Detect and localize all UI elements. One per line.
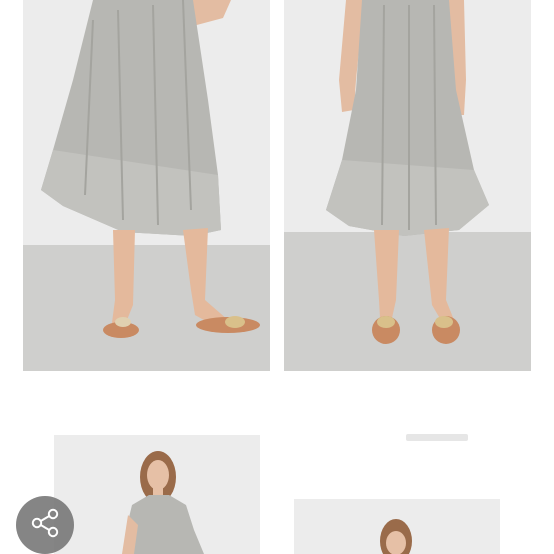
product-photo-1[interactable] — [23, 0, 270, 371]
share-button[interactable] — [16, 496, 74, 554]
placeholder-bar — [406, 434, 468, 441]
share-icon — [28, 506, 62, 545]
product-photo-2[interactable] — [284, 0, 531, 371]
product-photo-3[interactable] — [54, 435, 260, 554]
product-photo-4[interactable] — [294, 499, 500, 554]
